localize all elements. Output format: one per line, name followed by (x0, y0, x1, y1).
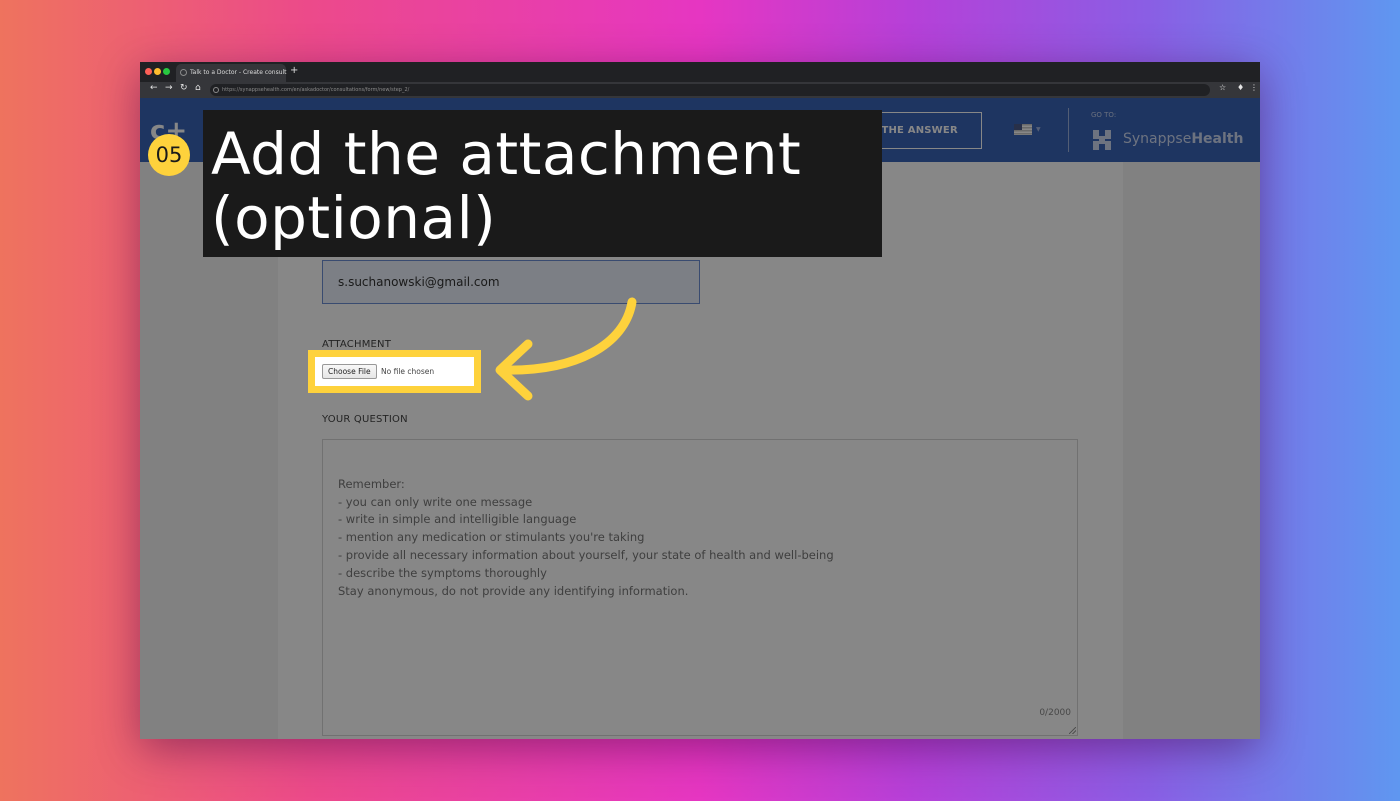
browser-toolbar: ← → ↻ ⌂ https://synappsehealth.com/en/as… (140, 82, 1260, 98)
synappse-logo-icon[interactable] (1091, 127, 1113, 153)
synappse-health-link[interactable]: SynappseHealth (1123, 131, 1243, 147)
globe-icon (180, 69, 187, 76)
char-counter: 0/2000 (1039, 708, 1071, 719)
close-window-button[interactable] (145, 68, 152, 75)
minimize-window-button[interactable] (154, 68, 161, 75)
tutorial-caption: Add the attachment (optional) (203, 110, 882, 257)
step-number-badge: 05 (148, 134, 190, 176)
goto-label: GO TO: (1091, 111, 1117, 119)
site-info-icon[interactable] (213, 87, 219, 93)
forward-icon[interactable]: → (165, 83, 173, 93)
question-textarea[interactable]: Remember: - you can only write one messa… (322, 439, 1078, 736)
header-divider (1068, 108, 1069, 152)
question-placeholder: Remember: - you can only write one messa… (338, 476, 834, 598)
chevron-down-icon[interactable]: ▼ (1036, 126, 1041, 133)
back-icon[interactable]: ← (150, 83, 158, 93)
url-text: https://synappsehealth.com/en/askadoctor… (222, 87, 410, 93)
maximize-window-button[interactable] (163, 68, 170, 75)
highlighted-choose-file-button[interactable]: Choose File (322, 364, 377, 379)
browser-menu-icon[interactable]: ⋮ (1250, 83, 1258, 92)
pointer-arrow-icon (495, 297, 637, 401)
question-label: YOUR QUESTION (322, 414, 408, 425)
highlighted-file-input[interactable]: Choose File No file chosen (322, 364, 434, 379)
bookmark-star-icon[interactable]: ☆ (1219, 83, 1226, 92)
browser-tab[interactable]: Talk to a Doctor - Create consult (176, 64, 287, 82)
new-tab-button[interactable]: + (290, 65, 298, 76)
address-bar[interactable]: https://synappsehealth.com/en/askadoctor… (210, 84, 1210, 96)
attachment-label: ATTACHMENT (322, 339, 392, 350)
resize-handle[interactable] (1069, 727, 1076, 734)
extensions-icon[interactable]: ♦ (1237, 83, 1244, 92)
home-icon[interactable]: ⌂ (195, 83, 201, 93)
attachment-highlight: Choose File No file chosen (308, 350, 481, 393)
reload-icon[interactable]: ↻ (180, 83, 188, 93)
us-flag-icon[interactable] (1014, 124, 1032, 135)
tab-bar: Talk to a Doctor - Create consult + (140, 62, 1260, 82)
highlighted-file-status: No file chosen (381, 367, 435, 376)
tab-title: Talk to a Doctor - Create consult (190, 69, 287, 76)
